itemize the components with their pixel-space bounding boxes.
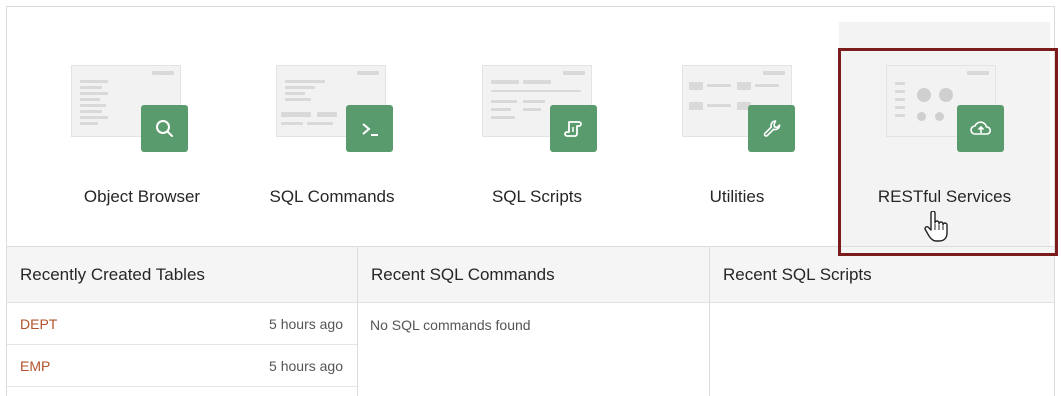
tile-label: Object Browser: [83, 187, 201, 206]
recent-activity-panels: Recently Created Tables DEPT 5 hours ago…: [7, 246, 1054, 396]
empty-message: No SQL commands found: [370, 317, 531, 333]
panel-title: Recent SQL Commands: [358, 247, 709, 303]
wrench-icon: [748, 105, 795, 152]
table-row: DEPT 5 hours ago: [7, 303, 357, 345]
terminal-prompt-icon: [346, 105, 393, 152]
tile-label: RESTful Services: [877, 187, 1012, 206]
tile-label: SQL Scripts: [491, 187, 583, 206]
utilities-illustration: [682, 65, 795, 155]
tools-row: Object Browser SQL Commands SQL Scripts …: [7, 7, 1054, 246]
recent-sql-scripts-panel: Recent SQL Scripts: [710, 247, 1054, 396]
tile-label: SQL Commands: [269, 187, 395, 206]
tile-utilities[interactable]: Utilities: [657, 7, 817, 246]
created-time: 5 hours ago: [269, 315, 343, 332]
sql-workshop-home: Object Browser SQL Commands SQL Scripts …: [6, 6, 1055, 396]
tile-sql-commands[interactable]: SQL Commands: [247, 7, 417, 246]
cloud-upload-icon: [957, 105, 1004, 152]
created-time: 5 hours ago: [269, 357, 343, 374]
table-link-emp[interactable]: EMP: [20, 358, 50, 374]
table-link-dept[interactable]: DEPT: [20, 316, 57, 332]
recent-sql-commands-panel: Recent SQL Commands No SQL commands foun…: [358, 247, 710, 396]
panel-title: Recent SQL Scripts: [710, 247, 1054, 303]
sql-commands-illustration: [276, 65, 393, 155]
tile-object-browser[interactable]: Object Browser: [57, 7, 227, 246]
object-browser-illustration: [71, 65, 188, 155]
tile-sql-scripts[interactable]: SQL Scripts: [452, 7, 622, 246]
tile-label: Utilities: [709, 187, 765, 206]
hand-pointer-cursor-icon: [924, 211, 948, 242]
panel-title: Recently Created Tables: [7, 247, 357, 303]
recently-created-tables-panel: Recently Created Tables DEPT 5 hours ago…: [7, 247, 358, 396]
search-icon: [141, 105, 188, 152]
restful-services-illustration: [886, 65, 1004, 155]
table-row: EMP 5 hours ago: [7, 345, 357, 387]
script-scroll-icon: [550, 105, 597, 152]
sql-scripts-illustration: [482, 65, 597, 155]
